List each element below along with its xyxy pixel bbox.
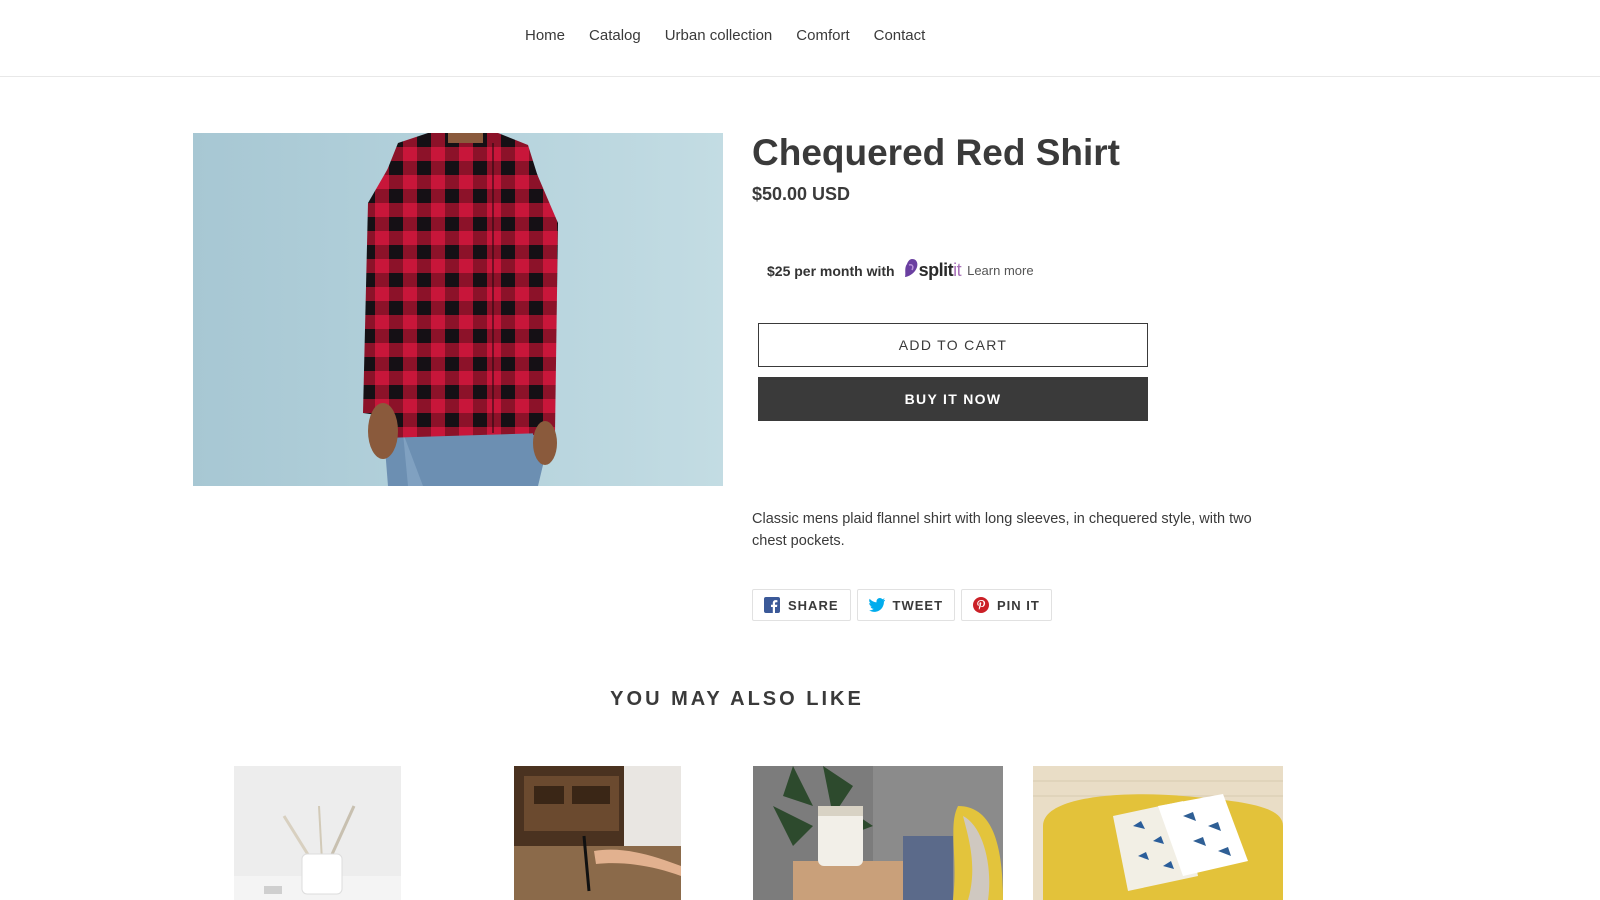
- facebook-share-label: SHARE: [788, 597, 839, 613]
- facebook-share-button[interactable]: SHARE: [752, 589, 851, 621]
- product-image[interactable]: [193, 133, 723, 486]
- nav-urban-collection[interactable]: Urban collection: [665, 27, 773, 44]
- social-share: SHARE TWEET PIN IT: [752, 589, 1052, 621]
- main-nav: Home Catalog Urban collection Comfort Co…: [525, 27, 949, 44]
- related-product-2[interactable]: [514, 766, 681, 900]
- facebook-icon: [764, 597, 780, 613]
- twitter-icon: [868, 597, 885, 613]
- site-header: Home Catalog Urban collection Comfort Co…: [0, 0, 1600, 77]
- product-description: Classic mens plaid flannel shirt with lo…: [752, 511, 1252, 549]
- pinterest-share-button[interactable]: PIN IT: [961, 589, 1052, 621]
- twitter-share-label: TWEET: [892, 597, 944, 613]
- splitit-learn-more-link[interactable]: Learn more: [967, 263, 1033, 278]
- related-product-3[interactable]: [753, 766, 1003, 900]
- pinterest-icon: [973, 597, 990, 613]
- splitit-logo-text: splitit: [918, 260, 962, 280]
- related-product-4[interactable]: [1033, 766, 1283, 900]
- splitit-logo: splitit: [903, 258, 962, 283]
- related-products-heading: YOU MAY ALSO LIKE: [610, 688, 864, 710]
- product-title: Chequered Red Shirt: [752, 132, 1120, 173]
- twitter-share-button[interactable]: TWEET: [856, 589, 956, 621]
- splitit-widget: $25 per month with splitit Learn more: [767, 258, 1034, 283]
- nav-comfort[interactable]: Comfort: [796, 27, 849, 44]
- product-price: $50.00 USD: [752, 184, 851, 204]
- splitit-logo-icon: [903, 258, 919, 283]
- splitit-amount: $25 per month with: [767, 262, 895, 279]
- nav-home[interactable]: Home: [525, 27, 565, 44]
- nav-catalog[interactable]: Catalog: [589, 27, 641, 44]
- nav-contact[interactable]: Contact: [874, 27, 926, 44]
- buy-it-now-button[interactable]: BUY IT NOW: [758, 377, 1148, 421]
- related-product-1[interactable]: [234, 766, 401, 900]
- pinterest-share-label: PIN IT: [997, 597, 1040, 613]
- add-to-cart-button[interactable]: ADD TO CART: [758, 323, 1148, 367]
